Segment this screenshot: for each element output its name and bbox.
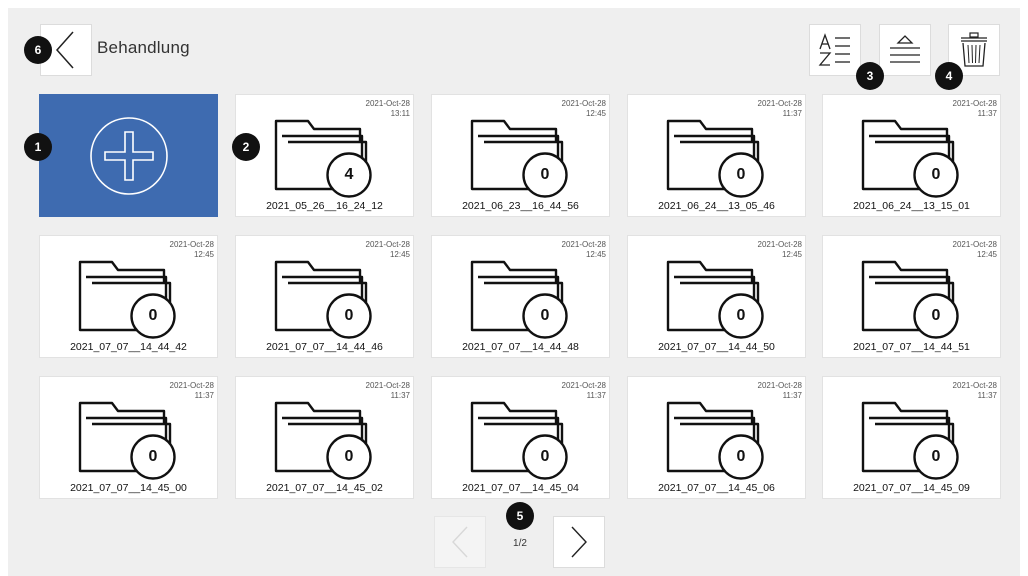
folder-count: 4 xyxy=(344,166,354,183)
folder-name: 2021_06_24__13_15_01 xyxy=(853,200,970,212)
folder-count: 0 xyxy=(736,166,746,183)
folder-date: 2021-Oct-28 xyxy=(952,381,997,390)
folder-count: 0 xyxy=(344,307,354,324)
folder-tile[interactable]: 2021-Oct-28 11:37 0 2021_07_07__14_45_06 xyxy=(627,376,806,499)
folder-timestamp: 2021-Oct-28 11:37 xyxy=(170,381,214,401)
folder-date: 2021-Oct-28 xyxy=(757,381,802,390)
folder-name: 2021_07_07__14_45_06 xyxy=(658,482,775,494)
folder-date: 2021-Oct-28 xyxy=(365,381,410,390)
folder-tile[interactable]: 2021-Oct-28 11:37 0 2021_07_07__14_45_09 xyxy=(822,376,1001,499)
folder-name: 2021_07_07__14_45_00 xyxy=(70,482,187,494)
callout-badge-6: 6 xyxy=(24,36,52,64)
folder-count: 0 xyxy=(736,307,746,324)
folder-name: 2021_07_07__14_44_51 xyxy=(853,341,970,353)
folder-count: 0 xyxy=(148,448,158,465)
folder-tile[interactable]: 2021-Oct-28 12:45 0 2021_07_07__14_44_50 xyxy=(627,235,806,358)
folder-name: 2021_07_07__14_45_04 xyxy=(462,482,579,494)
folder-timestamp: 2021-Oct-28 12:45 xyxy=(366,240,410,260)
folder-count: 0 xyxy=(736,448,746,465)
folder-date: 2021-Oct-28 xyxy=(561,240,606,249)
chevron-left-icon xyxy=(452,526,468,558)
chevron-right-icon xyxy=(571,526,587,558)
folder-tile[interactable]: 2021-Oct-28 11:37 0 2021_06_24__13_15_01 xyxy=(822,94,1001,217)
sort-alpha-icon xyxy=(818,33,850,66)
folder-tile[interactable]: 2021-Oct-28 11:37 0 2021_06_24__13_05_46 xyxy=(627,94,806,217)
page-title: Behandlung xyxy=(97,38,190,57)
next-page-button[interactable] xyxy=(553,516,605,568)
folder-tile[interactable]: 2021-Oct-28 11:37 0 2021_07_07__14_45_00 xyxy=(39,376,218,499)
folder-name: 2021_05_26__16_24_12 xyxy=(266,200,383,212)
folder-timestamp: 2021-Oct-28 11:37 xyxy=(953,99,997,119)
chevron-left-icon xyxy=(55,31,74,69)
folder-tile[interactable]: 2021-Oct-28 13:11 4 2021_05_26__16_24_12 xyxy=(235,94,414,217)
folder-timestamp: 2021-Oct-28 12:45 xyxy=(758,240,802,260)
trash-icon xyxy=(961,32,987,67)
folder-date: 2021-Oct-28 xyxy=(365,99,410,108)
folder-count: 0 xyxy=(931,448,941,465)
folder-date: 2021-Oct-28 xyxy=(561,381,606,390)
folder-count: 0 xyxy=(344,448,354,465)
folder-count: 0 xyxy=(931,307,941,324)
folder-name: 2021_07_07__14_44_46 xyxy=(266,341,383,353)
folder-timestamp: 2021-Oct-28 12:45 xyxy=(953,240,997,260)
page-indicator: 1/2 xyxy=(513,538,527,549)
sort-button[interactable] xyxy=(809,24,861,76)
folder-timestamp: 2021-Oct-28 12:45 xyxy=(562,240,606,260)
eject-list-icon xyxy=(890,35,920,63)
callout-badge-3: 3 xyxy=(856,62,884,90)
folder-count: 0 xyxy=(540,307,550,324)
folder-date: 2021-Oct-28 xyxy=(952,99,997,108)
folder-tile[interactable]: 2021-Oct-28 11:37 0 2021_07_07__14_45_04 xyxy=(431,376,610,499)
folder-date: 2021-Oct-28 xyxy=(952,240,997,249)
folder-tile[interactable]: 2021-Oct-28 11:37 0 2021_07_07__14_45_02 xyxy=(235,376,414,499)
folder-date: 2021-Oct-28 xyxy=(757,99,802,108)
folder-timestamp: 2021-Oct-28 12:45 xyxy=(562,99,606,119)
folder-name: 2021_07_07__14_44_50 xyxy=(658,341,775,353)
folder-date: 2021-Oct-28 xyxy=(169,240,214,249)
folder-count: 0 xyxy=(931,166,941,183)
folder-tile[interactable]: 2021-Oct-28 12:45 0 2021_06_23__16_44_56 xyxy=(431,94,610,217)
folder-timestamp: 2021-Oct-28 11:37 xyxy=(758,99,802,119)
folder-date: 2021-Oct-28 xyxy=(169,381,214,390)
folder-tile[interactable]: 2021-Oct-28 12:45 0 2021_07_07__14_44_46 xyxy=(235,235,414,358)
folder-date: 2021-Oct-28 xyxy=(757,240,802,249)
folder-name: 2021_07_07__14_45_02 xyxy=(266,482,383,494)
callout-badge-5: 5 xyxy=(506,502,534,530)
eject-button[interactable] xyxy=(879,24,931,76)
folder-count: 0 xyxy=(540,166,550,183)
folder-name: 2021_06_23__16_44_56 xyxy=(462,200,579,212)
folder-tile[interactable]: 2021-Oct-28 12:45 0 2021_07_07__14_44_42 xyxy=(39,235,218,358)
folder-name: 2021_07_07__14_45_09 xyxy=(853,482,970,494)
folder-timestamp: 2021-Oct-28 11:37 xyxy=(562,381,606,401)
folder-name: 2021_06_24__13_05_46 xyxy=(658,200,775,212)
folder-timestamp: 2021-Oct-28 11:37 xyxy=(366,381,410,401)
folder-name: 2021_07_07__14_44_48 xyxy=(462,341,579,353)
callout-badge-1: 1 xyxy=(24,133,52,161)
folder-count: 0 xyxy=(540,448,550,465)
folder-timestamp: 2021-Oct-28 11:37 xyxy=(953,381,997,401)
folder-count: 0 xyxy=(148,307,158,324)
plus-circle-icon xyxy=(89,116,168,195)
folder-tile[interactable]: 2021-Oct-28 12:45 0 2021_07_07__14_44_51 xyxy=(822,235,1001,358)
folder-date: 2021-Oct-28 xyxy=(561,99,606,108)
folder-timestamp: 2021-Oct-28 13:11 xyxy=(366,99,410,119)
folder-timestamp: 2021-Oct-28 12:45 xyxy=(170,240,214,260)
add-folder-button[interactable] xyxy=(39,94,218,217)
folder-date: 2021-Oct-28 xyxy=(365,240,410,249)
callout-badge-4: 4 xyxy=(935,62,963,90)
folder-name: 2021_07_07__14_44_42 xyxy=(70,341,187,353)
callout-badge-2: 2 xyxy=(232,133,260,161)
folder-timestamp: 2021-Oct-28 11:37 xyxy=(758,381,802,401)
folder-tile[interactable]: 2021-Oct-28 12:45 0 2021_07_07__14_44_48 xyxy=(431,235,610,358)
previous-page-button[interactable] xyxy=(434,516,486,568)
